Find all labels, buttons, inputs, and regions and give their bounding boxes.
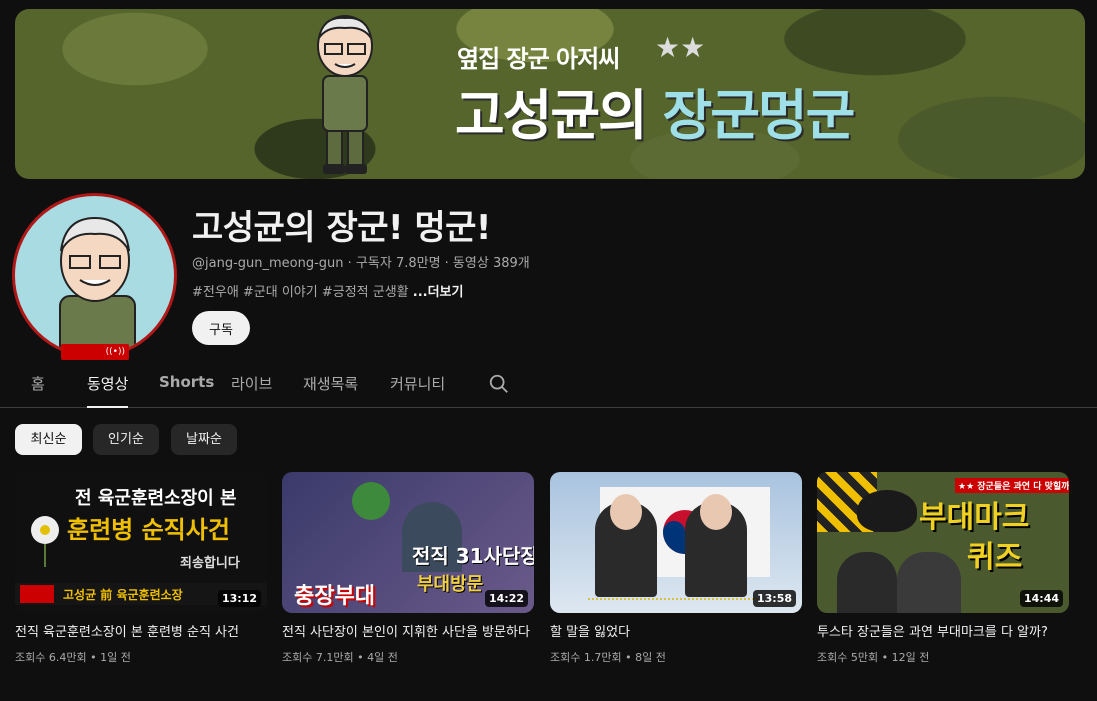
flower-icon bbox=[31, 516, 59, 567]
tab-home[interactable]: 홈 bbox=[31, 373, 45, 406]
video-duration: 14:22 bbox=[484, 590, 528, 607]
tab-live[interactable]: 라이브 bbox=[231, 373, 272, 406]
thumb-text-line3: 충장부대 bbox=[294, 584, 375, 609]
person-face bbox=[610, 494, 642, 530]
upload-age: 12일 전 bbox=[891, 651, 930, 664]
channel-meta: @jang-gun_meong-gun · 구독자 7.8만명 · 동영상 38… bbox=[192, 252, 530, 271]
video-card[interactable]: ★★ 장군들은 과연 다 맞힐까 부대마크 퀴즈 14:44 투스타 장군들은 … bbox=[817, 472, 1069, 665]
more-link[interactable]: ...더보기 bbox=[413, 285, 464, 300]
thumb-text-line1: 전 육군훈련소장이 본 bbox=[75, 488, 237, 509]
channel-handle: @jang-gun_meong-gun bbox=[192, 256, 344, 271]
thumb-caption: 고성균 前 육군훈련소장 bbox=[63, 588, 183, 602]
thumb-text-line3: ★★ 장군들은 과연 다 맞힐까 bbox=[955, 478, 1069, 493]
thumb-text-line3: 죄송합니다 bbox=[180, 556, 240, 571]
banner-title: 고성균의 장군멍군 bbox=[455, 71, 856, 150]
banner-title-accent: 장군멍군 bbox=[662, 84, 856, 147]
upload-age: 4일 전 bbox=[367, 651, 398, 664]
unit-emblem-icon bbox=[352, 482, 390, 520]
filter-oldest[interactable]: 날짜순 bbox=[171, 424, 237, 455]
view-count: 조회수 6.4만회 bbox=[15, 651, 87, 664]
person-figure bbox=[837, 552, 897, 613]
thumb-text-line1: 부대마크 bbox=[919, 500, 1030, 535]
view-count: 조회수 7.1만회 bbox=[282, 651, 354, 664]
filter-popular[interactable]: 인기순 bbox=[93, 424, 159, 455]
channel-tabs: 홈 동영상 Shorts 라이브 재생목록 커뮤니티 bbox=[0, 365, 1097, 408]
video-card[interactable]: 전직 31사단장의 부대방문 충장부대 14:22 전직 사단장이 본인이 지휘… bbox=[282, 472, 534, 665]
tab-playlists[interactable]: 재생목록 bbox=[303, 373, 358, 406]
thumb-text-line2: 퀴즈 bbox=[967, 540, 1023, 575]
tab-videos[interactable]: 동영상 bbox=[87, 373, 129, 408]
video-meta: 조회수 6.4만회 • 1일 전 bbox=[15, 651, 131, 664]
video-meta: 조회수 1.7만회 • 8일 전 bbox=[550, 651, 666, 664]
video-title[interactable]: 투스타 장군들은 과연 부대마크를 다 알까? bbox=[817, 623, 1069, 643]
video-meta: 조회수 7.1만회 • 4일 전 bbox=[282, 651, 398, 664]
tab-community[interactable]: 커뮤니티 bbox=[390, 373, 445, 406]
desk-border bbox=[588, 598, 758, 602]
video-title[interactable]: 전직 사단장이 본인이 지휘한 사단을 방문하다 bbox=[282, 623, 534, 643]
tab-shorts[interactable]: Shorts bbox=[159, 373, 214, 403]
video-meta: 조회수 5만회 • 12일 전 bbox=[817, 651, 930, 664]
avatar-illustration bbox=[59, 216, 136, 355]
view-count: 조회수 5만회 bbox=[817, 651, 879, 664]
channel-stats: · 구독자 7.8만명 · 동영상 389개 bbox=[343, 256, 530, 271]
thumb-text-line1: 전직 31사단장의 bbox=[412, 544, 534, 568]
person-face bbox=[700, 494, 732, 530]
live-badge[interactable]: ((•)) bbox=[61, 344, 129, 360]
channel-name: 고성균의 장군! 멍군! bbox=[192, 208, 491, 248]
subscribe-button[interactable]: 구독 bbox=[192, 311, 250, 345]
video-duration: 13:12 bbox=[217, 590, 261, 607]
channel-description[interactable]: #전우애 #군대 이야기 #긍정적 군생활 ...더보기 bbox=[192, 281, 463, 300]
video-title[interactable]: 전직 육군훈련소장이 본 훈련병 순직 사건 bbox=[15, 623, 267, 643]
person-figure bbox=[897, 552, 961, 613]
upload-age: 1일 전 bbox=[100, 651, 131, 664]
video-duration: 14:44 bbox=[1019, 590, 1063, 607]
video-thumbnail[interactable]: 전직 31사단장의 부대방문 충장부대 14:22 bbox=[282, 472, 534, 613]
thumb-text-line2: 훈련병 순직사건 bbox=[67, 516, 230, 544]
rank-badge bbox=[20, 585, 54, 603]
video-title[interactable]: 할 말을 잃었다 bbox=[550, 623, 802, 643]
channel-avatar[interactable] bbox=[12, 193, 177, 358]
thumb-text-line2: 부대방문 bbox=[417, 574, 484, 595]
video-card[interactable]: 전 육군훈련소장이 본 훈련병 순직사건 죄송합니다 고성균 前 육군훈련소장 … bbox=[15, 472, 267, 665]
general-character-illustration bbox=[317, 15, 373, 174]
search-icon[interactable] bbox=[488, 373, 510, 395]
description-text: #전우애 #군대 이야기 #긍정적 군생활 bbox=[192, 285, 413, 300]
filter-latest[interactable]: 최신순 bbox=[15, 424, 82, 455]
banner-subtitle: 옆집 장군 아저씨 bbox=[457, 45, 620, 73]
video-thumbnail[interactable]: ★★ 장군들은 과연 다 맞힐까 부대마크 퀴즈 14:44 bbox=[817, 472, 1069, 613]
video-thumbnail[interactable]: 전 육군훈련소장이 본 훈련병 순직사건 죄송합니다 고성균 前 육군훈련소장 … bbox=[15, 472, 267, 613]
video-card[interactable]: 13:58 할 말을 잃었다 조회수 1.7만회 • 8일 전 bbox=[550, 472, 802, 665]
video-thumbnail[interactable]: 13:58 bbox=[550, 472, 802, 613]
general-stars-icon: ★★ bbox=[655, 31, 706, 64]
upload-age: 8일 전 bbox=[635, 651, 666, 664]
video-duration: 13:58 bbox=[752, 590, 796, 607]
channel-banner: 옆집 장군 아저씨 ★★ 고성균의 장군멍군 bbox=[15, 9, 1085, 179]
banner-title-main: 고성균의 bbox=[455, 84, 663, 147]
panther-emblem-icon bbox=[857, 490, 917, 532]
view-count: 조회수 1.7만회 bbox=[550, 651, 622, 664]
